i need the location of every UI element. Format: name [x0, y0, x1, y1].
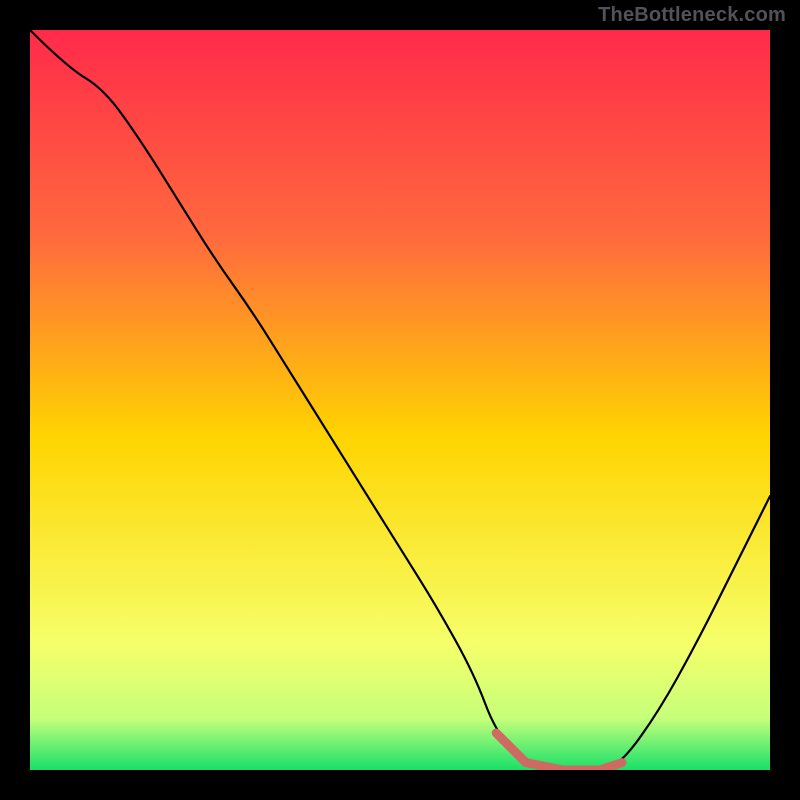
- chart-container: TheBottleneck.com: [0, 0, 800, 800]
- plot-area: [30, 30, 770, 770]
- highlight-segment: [496, 733, 622, 770]
- bottleneck-curve: [30, 30, 770, 770]
- chart-overlay: [30, 30, 770, 770]
- watermark-text: TheBottleneck.com: [598, 4, 786, 27]
